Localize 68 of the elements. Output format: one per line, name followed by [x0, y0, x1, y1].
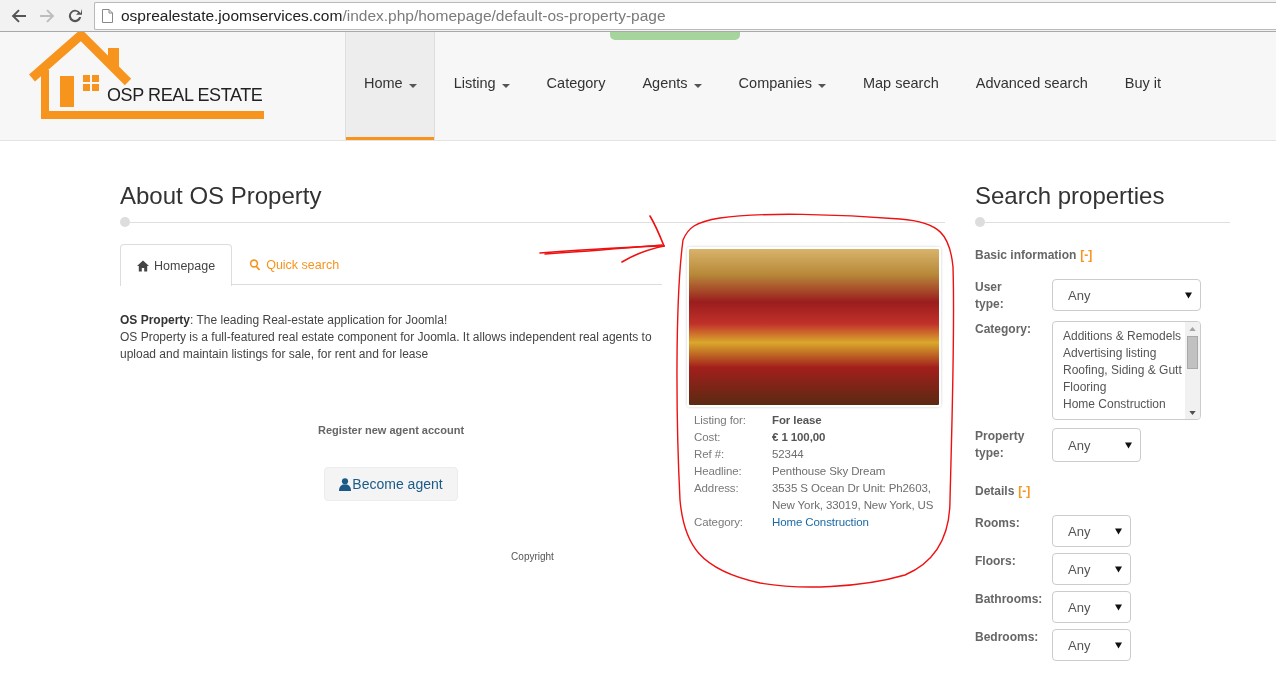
listbox-field[interactable]: Additions & Remodels Advertising listing Roofing, Siding & Gutt Flooring Home Construction [1052, 321, 1201, 420]
select-field[interactable]: Any [1052, 553, 1131, 585]
detail-label: Cost: [694, 430, 722, 445]
copyright-text: Copyright [510, 551, 555, 563]
sidebar-title: Search properties [975, 181, 1166, 211]
home-icon [137, 259, 149, 272]
nav-link[interactable]: Companies [719, 32, 844, 140]
list-option[interactable]: Advertising listing [1063, 345, 1185, 362]
scrollbar[interactable] [1185, 322, 1200, 419]
forward-arrow-icon [39, 7, 55, 24]
list-option[interactable]: Home Construction [1063, 396, 1185, 413]
section-heading: Details [975, 483, 1015, 500]
back-arrow-icon [11, 7, 27, 24]
select-field[interactable]: Any [1052, 279, 1201, 311]
field-label: User type: [975, 279, 1004, 313]
nav-link[interactable]: Map search [843, 32, 957, 140]
search-icon [249, 259, 262, 271]
address-field[interactable]: osprealestate.joomservices.com/index.php/homepage/default-os-property-page [94, 1, 1276, 30]
page-icon [102, 8, 113, 23]
section-heading: Basic information [975, 247, 1077, 264]
detail-label: Headline: [694, 464, 743, 479]
nav-link[interactable]: Listing [434, 32, 528, 140]
field-label: Rooms: [975, 515, 1020, 532]
scroll-down-icon [1189, 411, 1196, 415]
nav-link[interactable]: Category [527, 32, 624, 140]
detail-value: 52344 [772, 447, 805, 462]
select-field[interactable]: Any [1052, 515, 1131, 547]
nav-link[interactable]: Buy it [1105, 32, 1180, 140]
detail-label: Listing for: [694, 413, 747, 428]
caret-icon [1115, 565, 1122, 573]
become-agent-button[interactable]: Become agent [324, 467, 458, 501]
caret-icon [1185, 291, 1192, 299]
caret-icon [1115, 641, 1122, 649]
logo-text: OSP REAL ESTATE [107, 85, 263, 105]
register-label: Register new agent account [316, 423, 466, 437]
list-option[interactable]: Flooring [1063, 379, 1185, 396]
detail-link[interactable]: Home Construction [772, 516, 869, 528]
field-label: Floors: [975, 553, 1016, 570]
caret-icon [1125, 441, 1132, 449]
url-text: osprealestate.joomservices.com/index.php/homepage/default-os-property-page [121, 6, 666, 25]
caret-icon [1115, 603, 1122, 611]
select-field[interactable]: Any [1052, 629, 1131, 661]
page-title: About OS Property [120, 181, 323, 211]
field-label: Category: [975, 321, 1031, 338]
detail-value: € 1 100,00 [772, 430, 827, 445]
field-label: Property type: [975, 428, 1025, 462]
reload-icon [67, 7, 83, 24]
intro-paragraph: OS Property: The leading Real-estate application for Joomla! OS Property is a full-featured real estate component for Joomla. It allows independent real agents to upload and maintain listings for sale, for rent and for lease [120, 312, 653, 363]
detail-value: Penthouse Sky Dream [772, 464, 887, 479]
user-icon [339, 477, 352, 491]
detail-value: For lease [772, 413, 823, 428]
nav-link[interactable]: Home [345, 32, 435, 140]
tab[interactable]: Homepage [120, 244, 233, 286]
nav-link[interactable]: Agents [623, 32, 720, 140]
caret-icon [1115, 527, 1122, 535]
select-field[interactable]: Any [1052, 428, 1141, 462]
nav-link[interactable]: Advanced search [956, 32, 1106, 140]
list-option[interactable]: Roofing, Siding & Gutt [1063, 362, 1185, 379]
detail-label: Address: [694, 481, 740, 496]
detail-label: Category: [694, 515, 744, 530]
scroll-up-icon [1189, 327, 1196, 331]
select-field[interactable]: Any [1052, 591, 1131, 623]
list-option[interactable]: Additions & Remodels [1063, 328, 1185, 345]
field-label: Bedrooms: [975, 629, 1039, 646]
field-label: Bathrooms: [975, 591, 1043, 608]
detail-value: 3535 S Ocean Dr Unit: Ph2603, New York, 33019, New York, US [772, 481, 935, 513]
detail-label: Ref #: [694, 447, 726, 462]
scrollbar-thumb[interactable] [1187, 336, 1198, 369]
